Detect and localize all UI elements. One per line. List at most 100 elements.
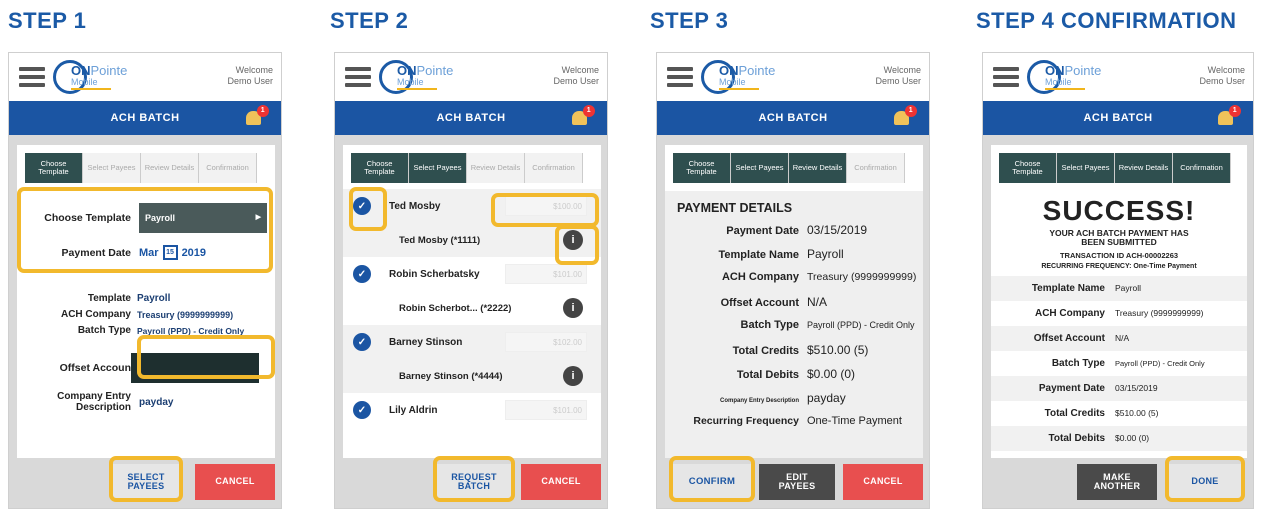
transaction-id: TRANSACTION ID ACH-00002263 <box>1059 250 1179 260</box>
onpointe-logo: ONPointe Mobile <box>53 60 127 94</box>
confirmation-details: Template Name Payroll ACH Company Treasury… <box>991 275 1247 451</box>
ach-batch-bar: ACH BATCH 1 <box>9 101 281 135</box>
step4-title: STEP 4 CONFIRMATION <box>976 8 1237 33</box>
detail-row: ACH Company Treasury (9999999999) <box>1034 307 1204 319</box>
ach-batch-bar: ACH BATCH 1 <box>983 101 1253 135</box>
detail-row: Payment Date 03/15/2019 <box>991 375 1247 401</box>
step-tabs: Choose Template Select Payees Review Det… <box>673 153 923 183</box>
recurring-frequency: RECURRING FREQUENCY: One-Time Payment <box>1041 262 1197 270</box>
make-another-button[interactable]: MAKE ANOTHER <box>1077 464 1157 500</box>
welcome-text: Welcome Demo User <box>227 65 273 86</box>
detail-row: Total Debits $0.00 (0) <box>736 367 856 381</box>
detail-row: Recurring Frequency One-Time Payment <box>693 415 902 427</box>
highlight-confirm <box>669 456 755 502</box>
payment-details-heading: PAYMENT DETAILS <box>677 201 793 215</box>
tab-review-details[interactable]: Review Details <box>467 153 525 183</box>
detail-row: Company Entry Description payday <box>719 391 846 405</box>
cancel-button[interactable]: CANCEL <box>195 464 275 500</box>
tab-choose-template[interactable]: Choose Template <box>999 153 1057 183</box>
tab-select-payees[interactable]: Select Payees <box>83 153 141 183</box>
detail-row: Payment Date 03/15/2019 <box>726 223 868 237</box>
highlight-checkbox <box>349 187 387 231</box>
amount-input[interactable]: $101.00 <box>505 264 587 284</box>
hamburger-menu-icon[interactable] <box>993 67 1019 87</box>
detail-row: Template Name Payroll <box>718 247 844 261</box>
detail-row: Offset Account N/A <box>991 325 1247 351</box>
detail-row: Batch Type Payroll (PPD) - Credit Only <box>1051 357 1205 369</box>
highlight-request-batch <box>433 456 515 502</box>
step1-title: STEP 1 <box>8 8 87 33</box>
detail-row: Batch Type Payroll (PPD) - Credit Only <box>740 319 915 331</box>
tab-select-payees[interactable]: Select Payees <box>1057 153 1115 183</box>
info-icon[interactable]: i <box>563 298 583 318</box>
detail-row: Offset Account N/A <box>720 295 828 309</box>
tab-choose-template[interactable]: Choose Template <box>25 153 83 183</box>
detail-row: ACH Company Treasury (9999999999) <box>721 271 917 283</box>
ach-batch-bar: ACH BATCH 1 <box>657 101 929 135</box>
app-header: ONPointe Mobile Welcome Demo User <box>657 53 929 101</box>
checkmark-icon[interactable]: ✓ <box>353 333 371 351</box>
notification-bell-icon[interactable]: 1 <box>245 105 269 127</box>
success-block: SUCCESS! YOUR ACH BATCH PAYMENT HAS BEEN … <box>991 195 1247 270</box>
amount-input[interactable]: $101.00 <box>505 400 587 420</box>
ach-company-row: ACH Company Treasury (9999999999) <box>60 309 234 320</box>
highlight-offset <box>137 335 275 379</box>
company-entry-label: Company Entry Description <box>57 391 131 413</box>
payee-sub-row: Barney Stinson (*4444) i <box>343 359 601 393</box>
step-tabs: Choose Template Select Payees Review Det… <box>351 153 601 183</box>
tab-confirmation[interactable]: Confirmation <box>199 153 257 183</box>
tab-confirmation[interactable]: Confirmation <box>1173 153 1231 183</box>
tab-confirmation[interactable]: Confirmation <box>525 153 583 183</box>
info-icon[interactable]: i <box>563 366 583 386</box>
tab-select-payees[interactable]: Select Payees <box>731 153 789 183</box>
step4-phone: ONPointe Mobile Welcome Demo User ACH BATC… <box>982 52 1254 509</box>
highlight-template-date <box>17 187 273 273</box>
highlight-info <box>555 225 599 265</box>
highlight-done <box>1165 456 1245 502</box>
cancel-button[interactable]: CANCEL <box>843 464 923 500</box>
detail-row: Total Debits $0.00 (0) <box>991 425 1247 451</box>
app-header: ONPointe Mobile Welcome Demo User <box>335 53 607 101</box>
checkmark-icon[interactable]: ✓ <box>353 265 371 283</box>
company-entry-value: payday <box>139 397 174 408</box>
step3-title: STEP 3 <box>650 8 729 33</box>
payee-row[interactable]: ✓ Barney Stinson $102.00 <box>343 325 601 359</box>
checkmark-icon[interactable]: ✓ <box>353 401 371 419</box>
step3-phone: ONPointe Mobile Welcome Demo User ACH BATC… <box>656 52 930 509</box>
app-header: ONPointe Mobile Welcome Demo User <box>9 53 281 101</box>
template-row: Template Payroll <box>87 293 171 304</box>
welcome-text: Welcome Demo User <box>875 65 921 86</box>
payee-row[interactable]: ✓ Lily Aldrin $101.00 <box>343 393 601 427</box>
success-heading: SUCCESS! <box>1042 195 1196 226</box>
highlight-select-payees <box>109 456 183 502</box>
submitted-message: YOUR ACH BATCH PAYMENT HAS BEEN SUBMITTED <box>1049 228 1189 247</box>
hamburger-menu-icon[interactable] <box>667 67 693 87</box>
tab-review-details[interactable]: Review Details <box>789 153 847 183</box>
onpointe-logo: ONPointe Mobile <box>379 60 453 94</box>
notification-bell-icon[interactable]: 1 <box>571 105 595 127</box>
onpointe-logo: ONPointe Mobile <box>701 60 775 94</box>
tab-review-details[interactable]: Review Details <box>141 153 199 183</box>
cancel-button[interactable]: CANCEL <box>521 464 601 500</box>
app-header: ONPointe Mobile Welcome Demo User <box>983 53 1253 101</box>
tab-select-payees[interactable]: Select Payees <box>409 153 467 183</box>
edit-payees-button[interactable]: EDIT PAYEES <box>759 464 835 500</box>
tab-confirmation[interactable]: Confirmation <box>847 153 905 183</box>
notification-bell-icon[interactable]: 1 <box>893 105 917 127</box>
step-tabs: Choose Template Select Payees Review Det… <box>25 153 275 183</box>
tab-review-details[interactable]: Review Details <box>1115 153 1173 183</box>
amount-input[interactable]: $102.00 <box>505 332 587 352</box>
step2-title: STEP 2 <box>330 8 409 33</box>
tab-choose-template[interactable]: Choose Template <box>673 153 731 183</box>
step2-phone: ONPointe Mobile Welcome Demo User ACH BATC… <box>334 52 608 509</box>
notification-bell-icon[interactable]: 1 <box>1217 105 1241 127</box>
tab-choose-template[interactable]: Choose Template <box>351 153 409 183</box>
hamburger-menu-icon[interactable] <box>345 67 371 87</box>
hamburger-menu-icon[interactable] <box>19 67 45 87</box>
payee-sub-row: Robin Scherbot... (*2222) i <box>343 291 601 325</box>
ach-batch-bar: ACH BATCH 1 <box>335 101 607 135</box>
step-tabs: Choose Template Select Payees Review Det… <box>999 153 1247 183</box>
welcome-text: Welcome Demo User <box>1199 65 1245 86</box>
step1-phone: ONPointe Mobile Welcome Demo User ACH BATC… <box>8 52 282 509</box>
detail-row: Template Name Payroll <box>991 275 1247 301</box>
